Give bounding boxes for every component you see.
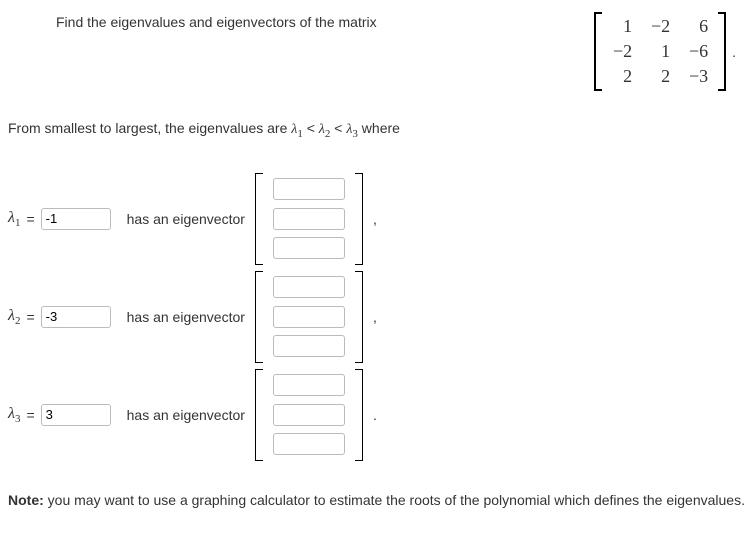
eigenvector-1-component-2[interactable] [273,208,345,230]
has-eigenvector-label: has an eigenvector [127,211,245,227]
order-prefix: From smallest to largest, the eigenvalue… [8,120,291,136]
eigenvalue-input-3[interactable] [41,404,111,426]
matrix-cell: 6 [688,16,708,37]
eigenvalue-row: λ2 = has an eigenvector , [8,268,746,366]
eigenvector-bracket [255,271,363,363]
matrix-cell: −6 [688,41,708,62]
equals-sign: = [26,407,34,423]
vector-left-bracket-icon [255,271,263,363]
matrix-right-bracket-icon [718,12,726,91]
matrix-cell: −3 [688,66,708,87]
matrix-cell: 2 [612,66,632,87]
eigenvector-2-component-2[interactable] [273,306,345,328]
eigenvalue-input-1[interactable] [41,208,111,230]
lambda-sub: 3 [15,413,21,425]
lambda-symbol: λ [8,405,15,422]
vector-right-bracket-icon [355,271,363,363]
vector-right-bracket-icon [355,173,363,265]
matrix-cell: −2 [650,16,670,37]
eigenvector-1-component-1[interactable] [273,178,345,200]
eigenvalue-row: λ3 = has an eigenvector . [8,366,746,464]
eigenvector-2-component-3[interactable] [273,335,345,357]
row-terminator: , [373,211,377,227]
vector-right-bracket-icon [355,369,363,461]
row-terminator: , [373,309,377,325]
equals-sign: = [26,309,34,325]
eigenvalue-row: λ1 = has an eigenvector , [8,170,746,268]
matrix-cell: 2 [650,66,670,87]
lt-symbol: < [303,120,319,136]
matrix-cell: 1 [650,41,670,62]
eigenvector-bracket [255,369,363,461]
lambda-symbol: λ [8,209,15,226]
matrix-cell: −2 [612,41,632,62]
matrix-left-bracket-icon [594,12,602,91]
note-rest: you may want to use a graphing calculato… [44,492,745,508]
has-eigenvector-label: has an eigenvector [127,407,245,423]
matrix-cell: 1 [612,16,632,37]
has-eigenvector-label: has an eigenvector [127,309,245,325]
note-text: Note: you may want to use a graphing cal… [8,492,746,508]
lt-symbol: < [330,120,346,136]
eigenvector-3-component-3[interactable] [273,433,345,455]
vector-left-bracket-icon [255,173,263,265]
lambda-sub: 1 [15,217,21,229]
note-bold: Note: [8,492,44,508]
problem-prompt: Find the eigenvalues and eigenvectors of… [8,10,377,30]
eigenvector-2-component-1[interactable] [273,276,345,298]
vector-left-bracket-icon [255,369,263,461]
order-suffix: where [358,120,400,136]
equals-sign: = [26,211,34,227]
lambda-symbol: λ [8,307,15,324]
row-terminator: . [373,407,377,423]
ordering-statement: From smallest to largest, the eigenvalue… [8,120,746,140]
eigenvector-bracket [255,173,363,265]
eigenvalue-input-2[interactable] [41,306,111,328]
eigenvector-3-component-2[interactable] [273,404,345,426]
matrix-display: 1 −2 6 −2 1 −6 2 2 −3 . [594,12,736,91]
eigenvector-3-component-1[interactable] [273,374,345,396]
eigenvector-1-component-3[interactable] [273,237,345,259]
lambda-sub: 2 [15,315,21,327]
matrix-period: . [732,44,736,60]
